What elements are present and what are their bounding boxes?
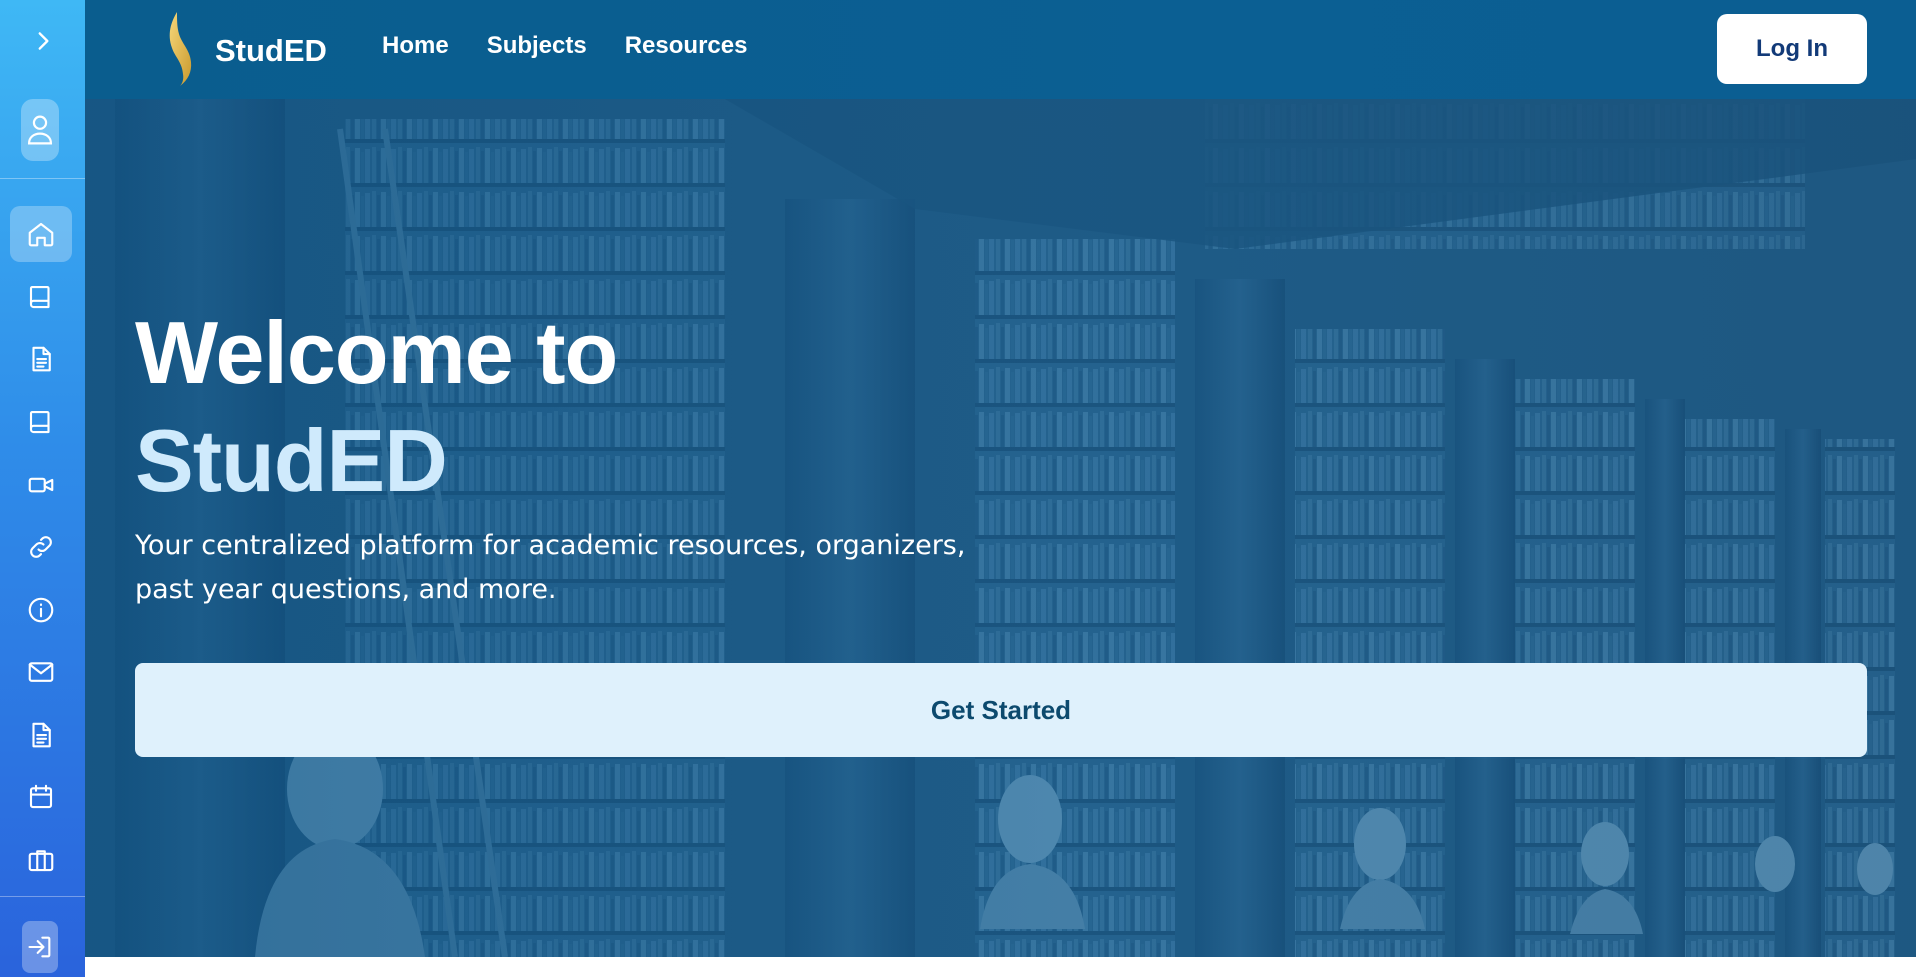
brand-name: StudED [215, 33, 327, 68]
sidebar-item-library[interactable] [10, 394, 72, 450]
sidebar-item-about[interactable] [10, 582, 72, 638]
hero-title-line-1: Welcome to [135, 303, 618, 402]
sidebar-item-careers[interactable] [10, 832, 72, 888]
calendar-icon [29, 784, 53, 809]
nav-link-subjects[interactable]: Subjects [487, 32, 587, 60]
hero-title-line-2: StudED [135, 411, 448, 510]
hero-subtitle: Your centralized platform for academic r… [135, 530, 966, 605]
document-icon [32, 722, 51, 748]
nav-link-home[interactable]: Home [382, 32, 449, 60]
sidebar-item-documents[interactable] [10, 331, 72, 387]
sidebar-item-books[interactable] [10, 269, 72, 325]
hero-section: Welcome to StudED Your centralized platf… [85, 99, 1916, 957]
get-started-button[interactable]: Get Started [135, 663, 1867, 757]
home-icon [28, 222, 54, 247]
book-icon [29, 410, 50, 434]
sidebar-item-home[interactable] [10, 206, 72, 262]
document-icon [32, 346, 51, 372]
briefcase-icon [28, 850, 54, 872]
hero-title: Welcome to StudED [135, 299, 618, 515]
nav-link-resources[interactable]: Resources [625, 32, 748, 60]
brand[interactable]: StudED [161, 10, 327, 92]
sidebar-item-notes[interactable] [10, 707, 72, 763]
login-arrow-icon[interactable] [22, 921, 58, 973]
sidebar-divider [0, 896, 85, 897]
sidebar-item-videos[interactable] [10, 457, 72, 513]
video-icon [28, 477, 54, 493]
sidebar-item-calendar[interactable] [10, 769, 72, 825]
user-icon[interactable] [21, 99, 59, 161]
mail-icon [28, 662, 54, 682]
login-button[interactable]: Log In [1717, 14, 1867, 84]
sidebar [0, 0, 85, 977]
flame-logo-icon [161, 10, 195, 92]
nav-links: Home Subjects Resources [382, 32, 785, 60]
sidebar-item-contact[interactable] [10, 644, 72, 700]
link-icon [30, 536, 52, 558]
info-icon [28, 597, 54, 623]
sidebar-divider [0, 178, 85, 179]
top-navbar: StudED Home Subjects Resources Log In [85, 0, 1916, 99]
chevron-right-icon[interactable] [24, 22, 62, 60]
book-icon [29, 285, 50, 309]
sidebar-item-links[interactable] [10, 519, 72, 575]
